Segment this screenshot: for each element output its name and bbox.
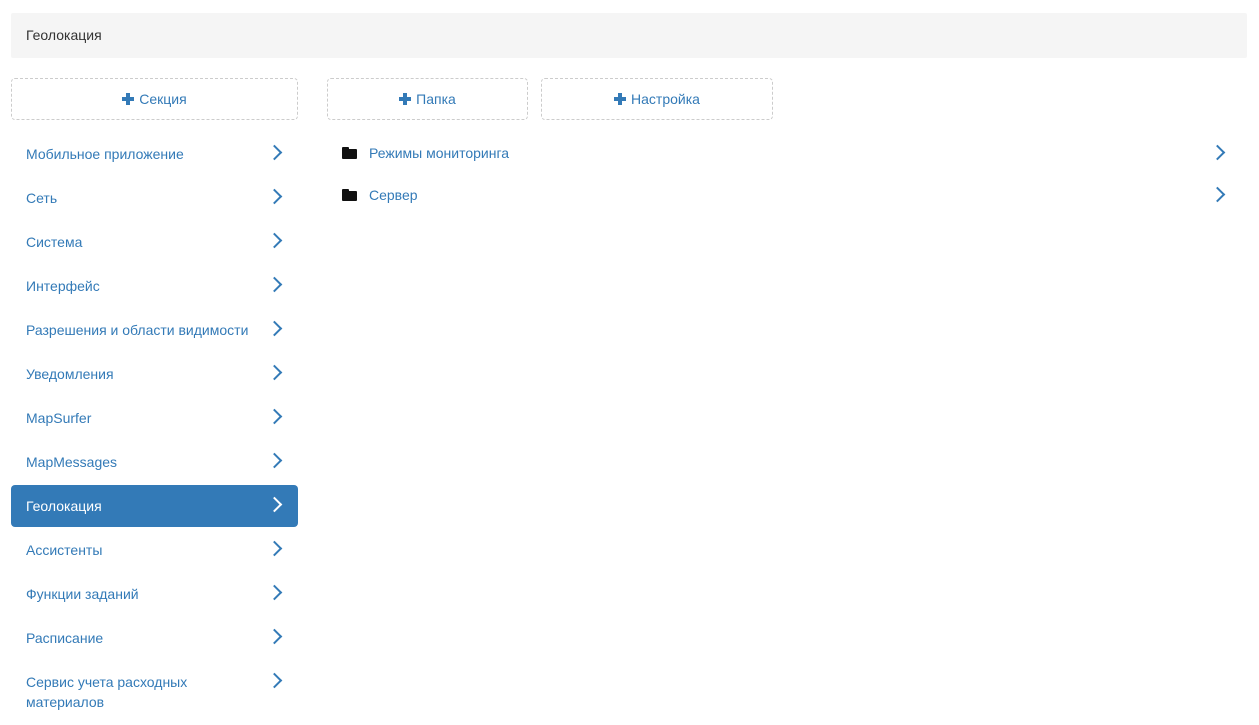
chevron-right-icon xyxy=(266,672,283,689)
chevron-right-icon xyxy=(266,496,283,513)
sidebar-item-label: Геолокация xyxy=(26,498,102,514)
sidebar-item-permissions[interactable]: Разрешения и области видимости xyxy=(11,309,298,351)
chevron-right-icon xyxy=(266,540,283,557)
sidebar-item-task-functions[interactable]: Функции заданий xyxy=(11,573,298,615)
sidebar-item-network[interactable]: Сеть xyxy=(11,177,298,219)
sidebar-item-geolocation[interactable]: Геолокация xyxy=(11,485,298,527)
chevron-right-icon xyxy=(266,232,283,249)
chevron-right-icon xyxy=(1209,186,1226,203)
sidebar-item-label: Система xyxy=(26,234,83,250)
sidebar-section-list: Мобильное приложение Сеть Система Интерф… xyxy=(11,133,298,725)
plus-icon xyxy=(122,93,135,105)
chevron-right-icon xyxy=(266,144,283,161)
chevron-right-icon xyxy=(266,452,283,469)
sidebar-item-label: MapMessages xyxy=(26,454,118,470)
sidebar-item-mapmessages[interactable]: MapMessages xyxy=(11,441,298,483)
chevron-right-icon xyxy=(1209,144,1226,161)
add-setting-label: Настройка xyxy=(631,91,700,107)
breadcrumb: Геолокация xyxy=(11,13,1247,58)
sidebar-item-label: Разрешения и области видимости xyxy=(26,322,249,338)
sidebar-item-label: Уведомления xyxy=(26,366,114,382)
add-folder-button[interactable]: Папка xyxy=(327,78,528,120)
sidebar-item-system[interactable]: Система xyxy=(11,221,298,263)
breadcrumb-current: Геолокация xyxy=(26,27,102,43)
sidebar-item-mapsurfer[interactable]: MapSurfer xyxy=(11,397,298,439)
sidebar-item-label: Сеть xyxy=(26,190,58,206)
add-folder-label: Папка xyxy=(416,91,456,107)
folder-item-monitoring-modes[interactable]: Режимы мониторинга xyxy=(327,133,1237,173)
chevron-right-icon xyxy=(266,628,283,645)
sidebar-item-interface[interactable]: Интерфейс xyxy=(11,265,298,307)
sidebar-item-label: MapSurfer xyxy=(26,410,92,426)
folder-icon xyxy=(342,146,357,159)
sidebar-item-assistants[interactable]: Ассистенты xyxy=(11,529,298,571)
folder-item-label: Сервер xyxy=(369,187,418,203)
sidebar-item-label: Ассистенты xyxy=(26,542,103,558)
add-section-label: Секция xyxy=(139,91,187,107)
sidebar-item-label: Функции заданий xyxy=(26,586,139,602)
folder-item-label: Режимы мониторинга xyxy=(369,145,510,161)
plus-icon xyxy=(614,93,627,105)
sidebar-item-mobile-app[interactable]: Мобильное приложение xyxy=(11,133,298,175)
folder-icon xyxy=(342,188,357,201)
chevron-right-icon xyxy=(266,188,283,205)
chevron-right-icon xyxy=(266,408,283,425)
sidebar-item-label: Мобильное приложение xyxy=(26,146,184,162)
chevron-right-icon xyxy=(266,320,283,337)
folder-item-server[interactable]: Сервер xyxy=(327,175,1237,215)
chevron-right-icon xyxy=(266,276,283,293)
sidebar-item-schedule[interactable]: Расписание xyxy=(11,617,298,659)
add-setting-button[interactable]: Настройка xyxy=(541,78,773,120)
chevron-right-icon xyxy=(266,584,283,601)
sidebar-item-consumables-service[interactable]: Сервис учета расходных материалов xyxy=(11,661,298,723)
sidebar-item-label: Интерфейс xyxy=(26,278,100,294)
sidebar-item-notifications[interactable]: Уведомления xyxy=(11,353,298,395)
plus-icon xyxy=(399,93,412,105)
chevron-right-icon xyxy=(266,364,283,381)
folder-list: Режимы мониторинга Сервер xyxy=(327,133,1237,217)
sidebar-item-label: Сервис учета расходных материалов xyxy=(26,674,188,710)
sidebar-item-label: Расписание xyxy=(26,630,104,646)
add-section-button[interactable]: Секция xyxy=(11,78,298,120)
